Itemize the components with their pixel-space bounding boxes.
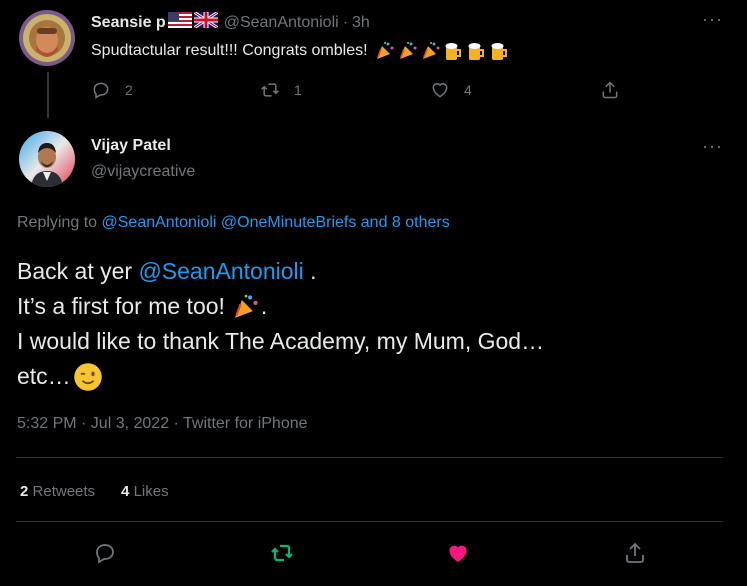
reply-more-icon[interactable]: ··· (702, 10, 723, 28)
winking-face-emoji (73, 362, 102, 391)
tweet-line-2: It’s a first for me too! . (17, 289, 544, 324)
retweet-icon (271, 544, 293, 562)
reply-author-handle[interactable]: @SeanAntonioli (224, 14, 339, 32)
reply-retweet-count: 1 (294, 82, 302, 98)
flag-uk-icon (192, 10, 219, 33)
main-reply-button[interactable] (93, 541, 117, 565)
replying-to: Replying to @SeanAntonioli @OneMinuteBri… (17, 214, 450, 232)
tweet-line-4-text: etc… (17, 363, 71, 389)
mention-seanantonioli[interactable]: @SeanAntonioli (138, 258, 303, 284)
main-share-button[interactable] (623, 541, 647, 565)
tweet-stats: 2 Retweets 4 Likes (20, 483, 169, 500)
like-icon (449, 545, 467, 562)
tweet-meta[interactable]: 5:32 PM · Jul 3, 2022 · Twitter for iPho… (17, 415, 308, 433)
retweet-icon (261, 83, 279, 97)
main-author-name[interactable]: Vijay Patel (91, 137, 171, 155)
reply-text: Spudtactular result!!! Congrats ombles! (91, 40, 510, 62)
tweet-line-2-end: . (260, 293, 268, 319)
party-popper-emoji-group (374, 40, 442, 62)
tweet-line-3: I would like to thank The Academy, my Mu… (17, 328, 545, 354)
avatar-vijay[interactable] (19, 131, 75, 187)
thread-connector-line (47, 72, 49, 118)
reply-text-content: Spudtactular result!!! Congrats ombles! (91, 42, 368, 59)
tweet-line-1: Back at yer @SeanAntonioli . (17, 254, 544, 289)
retweets-label: Retweets (32, 483, 96, 500)
party-popper-emoji (235, 294, 258, 318)
reply-icon (93, 82, 109, 99)
reply-like-button[interactable]: 4 (430, 80, 472, 100)
reply-header: Seansie p @SeanAntonioli · 3h (91, 10, 370, 33)
tweet-line-1-end: . (310, 258, 317, 284)
flag-us-icon (167, 12, 192, 33)
avatar-seansie[interactable] (19, 10, 75, 66)
reply-reply-count: 2 (125, 82, 133, 98)
tweet-line-2-text: It’s a first for me too! (17, 293, 225, 319)
likes-stat[interactable]: 4 Likes (121, 483, 169, 500)
tweet-line-4: etc… (17, 359, 544, 394)
reply-reply-button[interactable]: 2 (91, 80, 133, 100)
reply-share-button[interactable] (600, 80, 620, 100)
share-icon (602, 81, 618, 99)
like-icon (432, 83, 448, 98)
reply-like-count: 4 (464, 82, 472, 98)
main-like-button[interactable] (446, 541, 470, 565)
beer-mug-emoji-group (442, 40, 510, 62)
retweets-stat[interactable]: 2 Retweets (20, 483, 95, 500)
divider-top (16, 457, 723, 458)
tweet-line-1-text: Back at yer (17, 258, 133, 284)
main-retweet-button[interactable] (270, 541, 294, 565)
share-icon (626, 542, 644, 563)
tweet-body: Back at yer @SeanAntonioli . It’s a firs… (17, 254, 544, 394)
reply-author-name[interactable]: Seansie p (91, 14, 166, 32)
reply-timestamp[interactable]: 3h (352, 14, 370, 32)
replying-to-users[interactable]: @SeanAntonioli @OneMinuteBriefs and 8 ot… (102, 214, 450, 231)
main-author-handle[interactable]: @vijaycreative (91, 163, 195, 181)
divider-bottom (16, 521, 723, 522)
likes-label: Likes (133, 483, 169, 500)
reply-retweet-button[interactable]: 1 (260, 80, 302, 100)
reply-icon (96, 544, 114, 564)
replying-to-prefix: Replying to (17, 214, 98, 231)
likes-count: 4 (121, 483, 130, 500)
reply-separator: · (342, 13, 349, 31)
retweets-count: 2 (20, 483, 29, 500)
main-more-icon[interactable]: ··· (702, 137, 723, 155)
